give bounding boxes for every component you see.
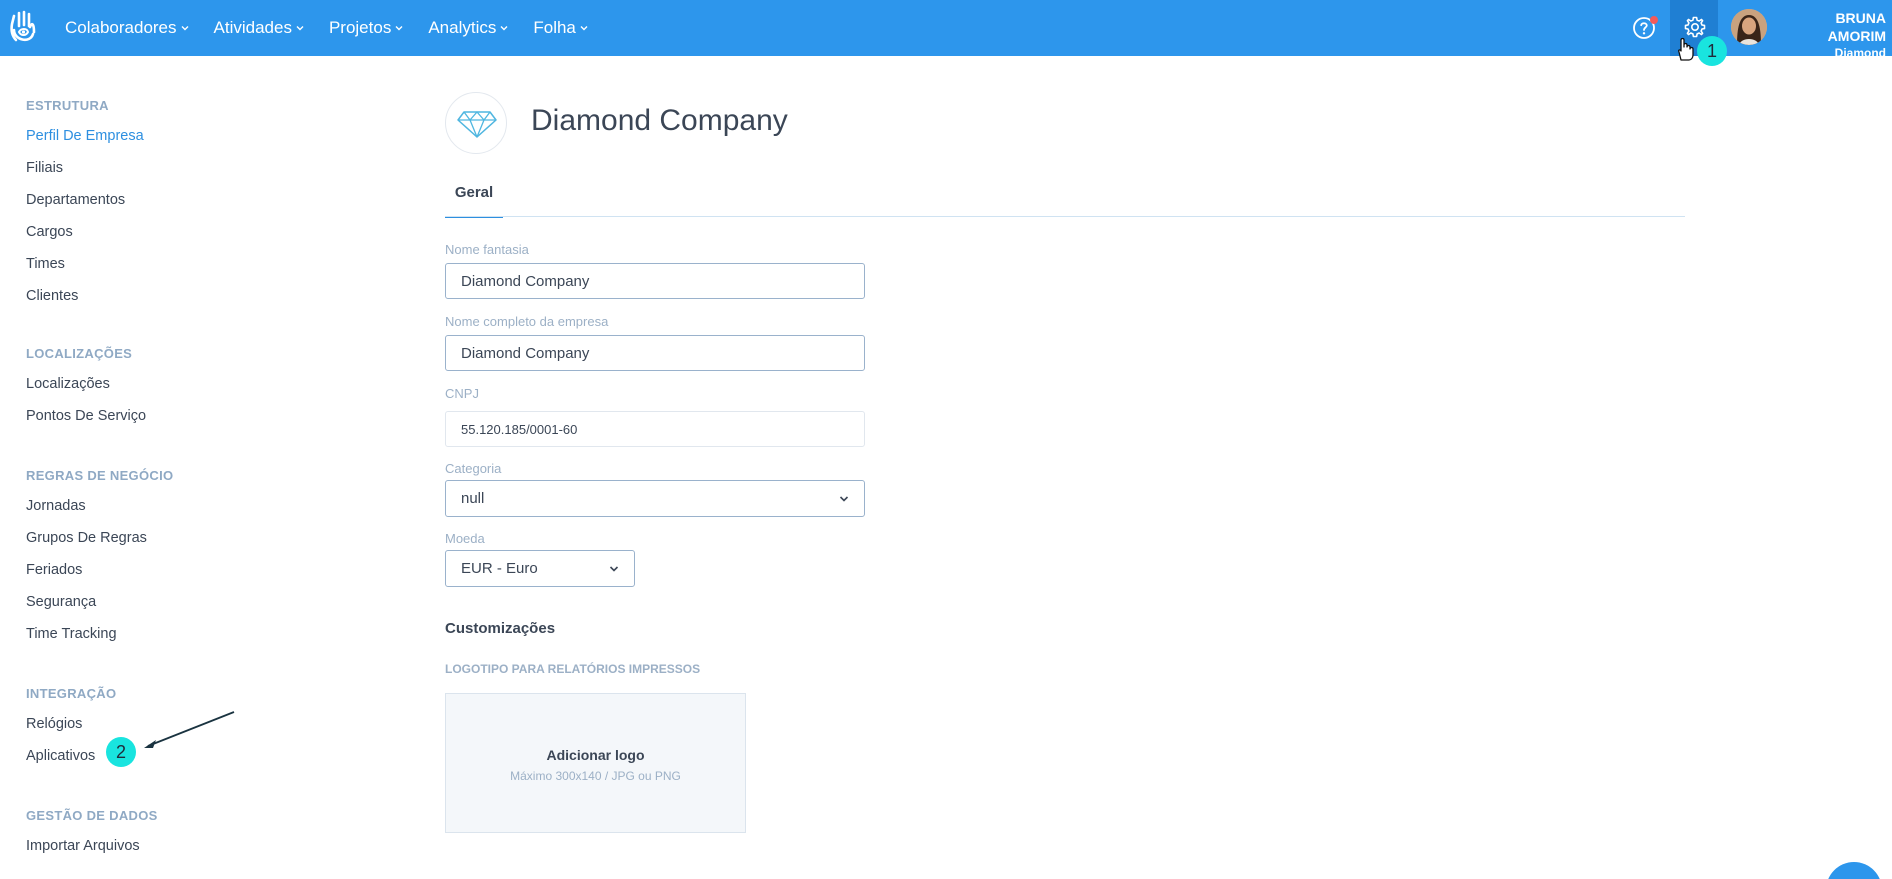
chat-button[interactable]: [1826, 862, 1882, 879]
sidebar-item-filiais[interactable]: Filiais: [26, 160, 63, 176]
sidebar-item-seguranca[interactable]: Segurança: [26, 594, 96, 610]
sidebar-section-title: ESTRUTURA: [26, 98, 109, 113]
nav-colaboradores[interactable]: Colaboradores: [65, 18, 189, 38]
nav-item-label: Colaboradores: [65, 18, 177, 37]
sidebar-item-time-tracking[interactable]: Time Tracking: [26, 626, 117, 642]
sidebar-item-aplicativos[interactable]: Aplicativos: [26, 748, 95, 764]
categoria-value: null: [461, 490, 485, 507]
moeda-value: EUR - Euro: [461, 560, 538, 577]
main-nav: Colaboradores Atividades Projetos Analyt…: [65, 0, 613, 56]
sidebar-item-pontos-de-servico[interactable]: Pontos De Serviço: [26, 408, 146, 424]
avatar[interactable]: [1731, 9, 1767, 45]
cnpj-input[interactable]: [445, 411, 865, 447]
sidebar-item-times[interactable]: Times: [26, 256, 65, 272]
notification-dot: [1650, 16, 1658, 24]
logo-section-label: LOGOTIPO PARA RELATÓRIOS IMPRESSOS: [445, 662, 701, 676]
user-company: Diamond Company: [1831, 46, 1886, 76]
cnpj-label: CNPJ: [445, 386, 479, 401]
nome-fantasia-input[interactable]: [445, 263, 865, 299]
sidebar-item-cargos[interactable]: Cargos: [26, 224, 73, 240]
top-navigation-bar: Colaboradores Atividades Projetos Analyt…: [0, 0, 1892, 76]
sidebar-item-localizacoes[interactable]: Localizações: [26, 376, 110, 392]
chevron-down-icon: [609, 565, 619, 572]
nav-analytics[interactable]: Analytics: [428, 18, 508, 38]
nav-atividades[interactable]: Atividades: [214, 18, 304, 38]
tabs-divider: [445, 216, 1685, 217]
sidebar-item-feriados[interactable]: Feriados: [26, 562, 82, 578]
hand-logo-icon[interactable]: [8, 10, 38, 44]
chevron-down-icon: [395, 26, 403, 31]
categoria-label: Categoria: [445, 461, 502, 476]
nav-item-label: Projetos: [328, 18, 392, 37]
upload-hint: Máximo 300x140 / JPG ou PNG: [510, 769, 681, 783]
nome-fantasia-label: Nome fantasia: [445, 242, 529, 257]
step-badge-1: 1: [1697, 36, 1727, 66]
nav-item-label: Folha: [533, 18, 576, 37]
sidebar-section-title: INTEGRAÇÃO: [26, 686, 117, 701]
chevron-down-icon: [296, 26, 304, 31]
nome-completo-input[interactable]: [445, 335, 865, 371]
nav-projetos[interactable]: Projetos: [329, 18, 403, 38]
sidebar-item-jornadas[interactable]: Jornadas: [26, 498, 86, 514]
user-photo-icon: [1731, 9, 1767, 45]
diamond-icon: [457, 111, 497, 138]
sidebar-section-title: GESTÃO DE DADOS: [26, 808, 158, 823]
sidebar-item-clientes[interactable]: Clientes: [26, 288, 78, 304]
nav-item-label: Atividades: [213, 18, 292, 37]
sidebar-item-importar-arquivos[interactable]: Importar Arquivos: [26, 838, 140, 854]
upload-title: Adicionar logo: [546, 747, 645, 763]
company-logo[interactable]: [445, 92, 507, 154]
sidebar-item-perfil-de-empresa[interactable]: Perfil De Empresa: [26, 128, 144, 144]
nav-item-label: Analytics: [428, 18, 497, 37]
sidebar-item-grupos-de-regras[interactable]: Grupos De Regras: [26, 530, 147, 546]
nome-completo-label: Nome completo da empresa: [445, 314, 609, 329]
sidebar-item-relogios[interactable]: Relógios: [26, 716, 82, 732]
chevron-down-icon: [580, 26, 588, 31]
pointer-hand-cursor-icon: [1678, 37, 1694, 61]
categoria-select[interactable]: null: [445, 480, 865, 517]
page-title: Diamond Company: [531, 104, 788, 137]
user-menu[interactable]: BRUNA AMORIM Diamond Company: [1778, 9, 1892, 77]
tab-geral[interactable]: Geral: [445, 182, 503, 218]
chevron-down-icon: [500, 26, 508, 31]
moeda-select[interactable]: EUR - Euro: [445, 550, 635, 587]
sidebar-section-title: LOCALIZAÇÕES: [26, 346, 133, 361]
step-badge-2: 2: [106, 737, 136, 767]
logo-upload-dropzone[interactable]: Adicionar logo Máximo 300x140 / JPG ou P…: [445, 693, 746, 833]
sidebar-item-departamentos[interactable]: Departamentos: [26, 192, 125, 208]
chevron-down-icon: [181, 26, 189, 31]
chevron-down-icon: [839, 495, 849, 502]
sidebar-section-title: REGRAS DE NEGÓCIO: [26, 468, 174, 483]
user-name: BRUNA AMORIM: [1827, 10, 1886, 44]
nav-folha[interactable]: Folha: [533, 18, 588, 38]
moeda-label: Moeda: [445, 531, 485, 546]
customizacoes-heading: Customizações: [445, 620, 556, 637]
annotation-arrow-icon: [144, 711, 235, 748]
